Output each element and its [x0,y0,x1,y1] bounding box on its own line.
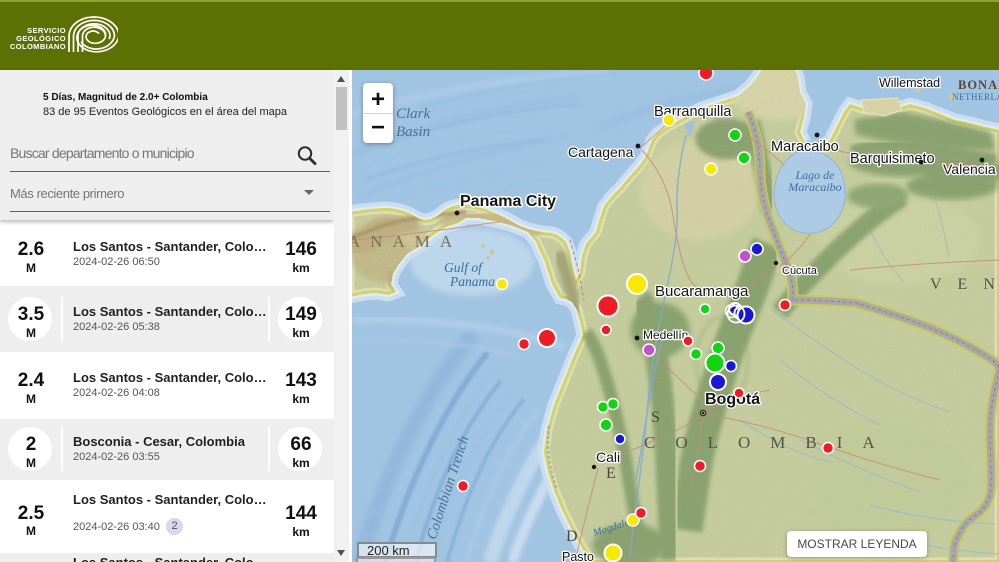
svg-text:Cali: Cali [596,449,620,465]
svg-text:Bogotá: Bogotá [705,391,760,408]
svg-text:Cartagena: Cartagena [568,144,634,160]
svg-text:Barquisimeto: Barquisimeto [850,151,935,167]
svg-text:COLOMBIA: COLOMBIA [644,433,895,452]
svg-text:Gulf of: Gulf of [444,260,484,275]
svg-text:Medellín: Medellín [643,328,688,342]
svg-text:NETHERLA: NETHERLA [952,92,999,102]
svg-text:Pasto: Pasto [562,550,594,562]
svg-text:Panama City: Panama City [460,193,556,210]
svg-text:Bucaramanga: Bucaramanga [655,283,749,300]
svg-text:BONAIR: BONAIR [958,78,999,92]
svg-text:Willemstad: Willemstad [879,76,940,90]
svg-text:S: S [651,409,660,426]
svg-text:Maracaibo: Maracaibo [771,139,839,155]
svg-text:PANAMA: PANAMA [349,232,462,251]
svg-text:Maracaibo: Maracaibo [787,180,841,194]
svg-text:Basin: Basin [396,124,430,140]
svg-text:Clark: Clark [396,106,431,122]
svg-text:VENE: VENE [930,276,999,293]
svg-text:D: D [566,528,578,545]
svg-text:Cúcuta: Cúcuta [782,265,818,277]
svg-text:Valencia: Valencia [943,161,996,177]
svg-text:Panama: Panama [449,274,495,289]
svg-text:E: E [606,465,616,482]
